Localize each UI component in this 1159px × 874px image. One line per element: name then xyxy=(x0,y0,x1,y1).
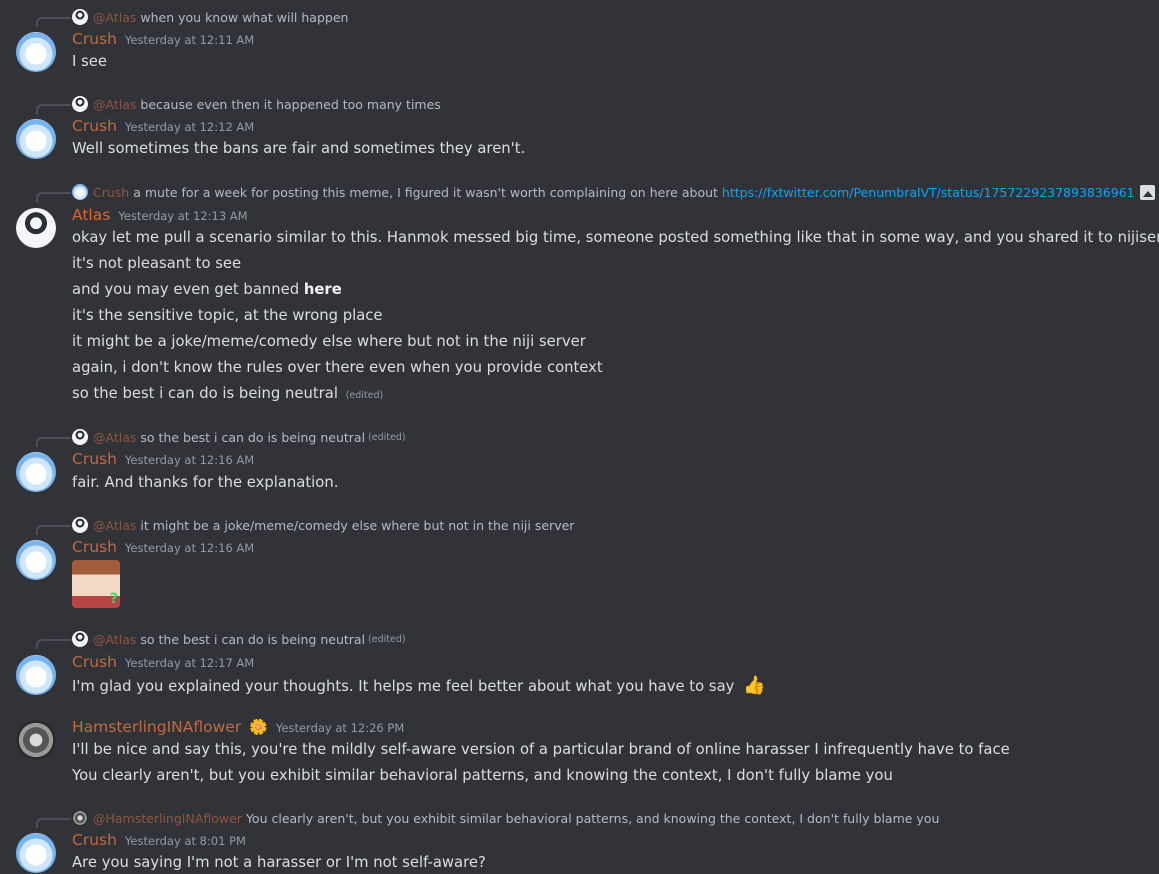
username[interactable]: Atlas xyxy=(72,206,110,224)
username[interactable]: Crush xyxy=(72,831,117,849)
avatar[interactable] xyxy=(16,32,56,72)
message-header: Crush Yesterday at 12:17 AM xyxy=(72,653,254,675)
message-header: Crush Yesterday at 12:16 AM xyxy=(72,450,254,472)
reply-author[interactable]: @Atlas xyxy=(93,632,136,647)
message-text: and you may even get banned here xyxy=(72,279,342,301)
avatar[interactable] xyxy=(16,833,56,873)
message-header: Atlas Yesterday at 12:13 AM xyxy=(72,206,248,228)
timestamp[interactable]: Yesterday at 8:01 PM xyxy=(125,834,246,848)
message-text: I'll be nice and say this, you're the mi… xyxy=(72,741,1010,758)
reply-spine xyxy=(36,17,71,27)
mini-avatar xyxy=(72,96,88,112)
mini-avatar xyxy=(72,429,88,445)
mini-avatar xyxy=(72,184,88,200)
username[interactable]: Crush xyxy=(72,450,117,468)
image-icon xyxy=(1139,184,1155,200)
reply-author[interactable]: @Atlas xyxy=(93,10,136,25)
timestamp[interactable]: Yesterday at 12:12 AM xyxy=(125,120,254,134)
timestamp[interactable]: Yesterday at 12:13 AM xyxy=(118,209,247,223)
avatar[interactable] xyxy=(16,720,56,760)
reply-preview[interactable]: @Atlas when you know what will happen xyxy=(72,8,348,26)
reply-author[interactable]: @Atlas xyxy=(93,430,136,445)
bold-word: here xyxy=(303,281,342,298)
reply-text: a mute for a week for posting this meme,… xyxy=(133,184,718,200)
message-header: HamsterlingINAflower 🌼 Yesterday at 12:2… xyxy=(72,718,404,740)
reply-spine xyxy=(36,639,71,649)
message-text: so the best i can do is being neutral (e… xyxy=(72,383,383,407)
message-header: Crush Yesterday at 12:12 AM xyxy=(72,117,254,139)
mini-avatar xyxy=(72,810,88,826)
avatar[interactable] xyxy=(16,119,56,159)
mini-avatar xyxy=(72,631,88,647)
message-text: it might be a joke/meme/comedy else wher… xyxy=(72,333,586,350)
message-text: You clearly aren't, but you exhibit simi… xyxy=(72,767,893,784)
reply-spine xyxy=(36,437,71,447)
reply-text: so the best i can do is being neutral xyxy=(140,429,366,445)
reply-text: You clearly aren't, but you exhibit simi… xyxy=(245,810,940,826)
username[interactable]: Crush xyxy=(72,30,117,48)
username[interactable]: Crush xyxy=(72,653,117,671)
avatar[interactable] xyxy=(16,208,56,248)
reply-preview[interactable]: @Atlas it might be a joke/meme/comedy el… xyxy=(72,516,574,534)
edited-tag: (edited) xyxy=(345,390,384,401)
edited-tag: (edited) xyxy=(368,431,406,443)
avatar[interactable] xyxy=(16,540,56,580)
reply-author[interactable]: @Atlas xyxy=(93,97,136,112)
reply-preview[interactable]: @Atlas so the best i can do is being neu… xyxy=(72,630,406,648)
username[interactable]: HamsterlingINAflower xyxy=(72,718,241,736)
thumbs-up-emoji[interactable]: 👍 xyxy=(743,675,765,696)
message-text-part: I'm glad you explained your thoughts. It… xyxy=(72,678,735,695)
message-header: Crush Yesterday at 8:01 PM xyxy=(72,831,246,853)
reply-author[interactable]: @Atlas xyxy=(93,518,136,533)
mini-avatar xyxy=(72,517,88,533)
reply-preview[interactable]: @Atlas because even then it happened too… xyxy=(72,95,441,113)
message-text-part: so the best i can do is being neutral xyxy=(72,385,338,402)
timestamp[interactable]: Yesterday at 12:16 AM xyxy=(125,453,254,467)
reply-preview[interactable]: @HamsterlingINAflower You clearly aren't… xyxy=(72,809,939,827)
message-text: it's the sensitive topic, at the wrong p… xyxy=(72,307,383,324)
reply-spine xyxy=(36,104,71,114)
mini-avatar xyxy=(72,9,88,25)
username[interactable]: Crush xyxy=(72,538,117,556)
avatar[interactable] xyxy=(16,452,56,492)
message-text: Well sometimes the bans are fair and som… xyxy=(72,140,526,157)
avatar[interactable] xyxy=(16,655,56,695)
reply-spine xyxy=(36,192,71,202)
username[interactable]: Crush xyxy=(72,117,117,135)
reply-preview[interactable]: Crush a mute for a week for posting this… xyxy=(72,183,1155,201)
reply-spine xyxy=(36,818,71,828)
message-text: I'm glad you explained your thoughts. It… xyxy=(72,675,766,698)
message-text: I see xyxy=(72,53,107,70)
message-text-part: and you may even get banned xyxy=(72,281,300,298)
edited-tag: (edited) xyxy=(368,633,406,645)
timestamp[interactable]: Yesterday at 12:26 PM xyxy=(276,721,404,735)
message-text: again, i don't know the rules over there… xyxy=(72,359,603,376)
sticker-image[interactable]: ? xyxy=(72,560,120,608)
message-text: okay let me pull a scenario similar to t… xyxy=(72,229,1159,246)
timestamp[interactable]: Yesterday at 12:17 AM xyxy=(125,656,254,670)
flower-badge-icon[interactable]: 🌼 xyxy=(249,718,268,736)
reply-text: so the best i can do is being neutral xyxy=(140,631,366,647)
timestamp[interactable]: Yesterday at 12:16 AM xyxy=(125,541,254,555)
message-text: fair. And thanks for the explanation. xyxy=(72,474,339,491)
reply-spine xyxy=(36,525,71,535)
reply-preview[interactable]: @Atlas so the best i can do is being neu… xyxy=(72,428,406,446)
message-header: Crush Yesterday at 12:16 AM xyxy=(72,538,254,560)
message-header: Crush Yesterday at 12:11 AM xyxy=(72,30,254,52)
message-text: Are you saying I'm not a harasser or I'm… xyxy=(72,854,486,871)
reply-author[interactable]: @HamsterlingINAflower xyxy=(93,811,242,826)
message-text: it's not pleasant to see xyxy=(72,255,242,272)
reply-text: because even then it happened too many t… xyxy=(140,96,441,112)
reply-text: it might be a joke/meme/comedy else wher… xyxy=(140,517,575,533)
timestamp[interactable]: Yesterday at 12:11 AM xyxy=(125,33,254,47)
question-mark-badge: ? xyxy=(109,591,118,607)
reply-link[interactable]: https://fxtwitter.com/PenumbralVT/status… xyxy=(722,185,1135,200)
reply-author[interactable]: Crush xyxy=(93,185,129,200)
reply-text: when you know what will happen xyxy=(140,9,349,25)
